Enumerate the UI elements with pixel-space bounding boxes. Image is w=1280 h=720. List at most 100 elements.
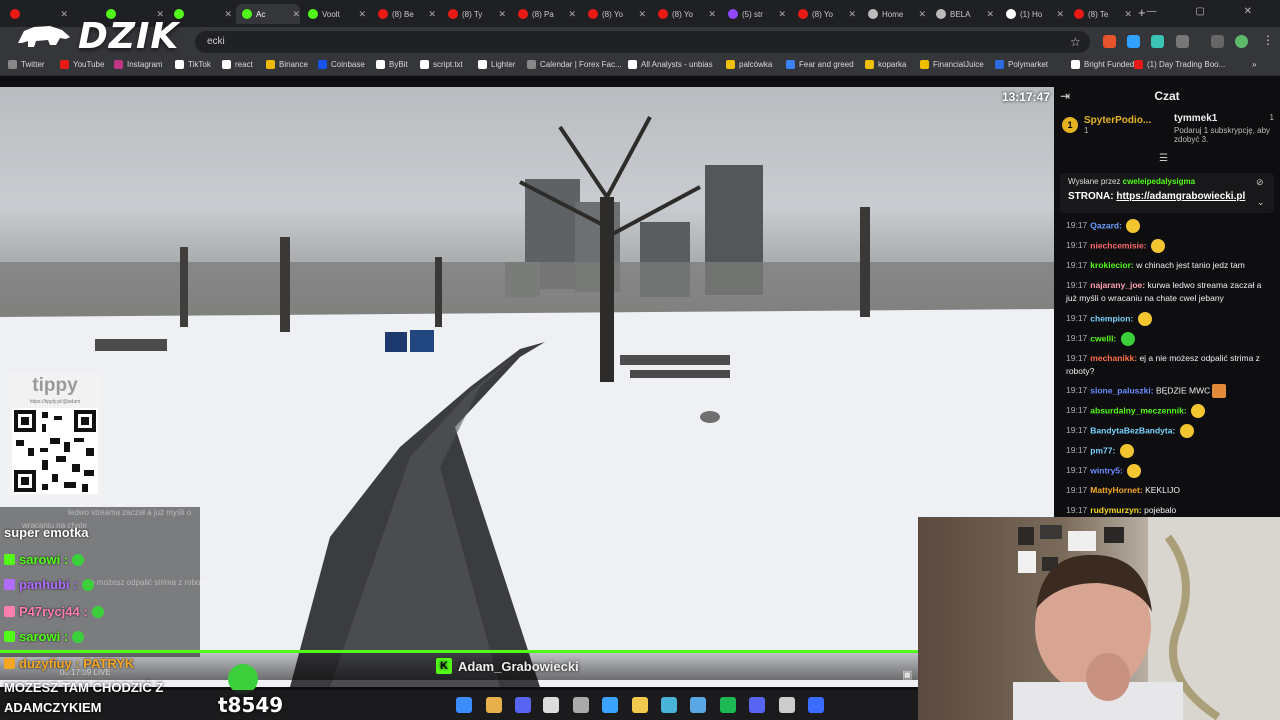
bookmarks-overflow-button[interactable]: » [1252,60,1256,69]
message-username[interactable]: cwelll: [1090,333,1116,343]
taskbar-app-icon[interactable] [749,697,765,713]
taskbar-app-icon[interactable] [779,697,795,713]
extension-icon[interactable] [1103,35,1116,48]
close-tab-icon[interactable]: ✕ [848,9,856,20]
message-username[interactable]: BandytaBezBandyta: [1090,425,1175,435]
menu-list-icon[interactable] [1211,35,1224,48]
taskbar-app-icon[interactable] [486,697,502,713]
close-tab-icon[interactable]: ✕ [986,9,994,20]
message-username[interactable]: rudymurzyn: [1090,505,1141,515]
message-username[interactable]: absurdalny_meczennik: [1090,405,1186,415]
chat-message[interactable]: 19:17 rudymurzyn: pojebalo [1066,504,1274,517]
taskbar-app-icon[interactable] [690,697,706,713]
chat-message[interactable]: 19:17 absurdalny_meczennik: [1066,404,1274,418]
bookmark-item[interactable]: TikTok [175,60,211,69]
chat-message[interactable]: 19:17 wintry5: [1066,464,1274,478]
leaderboard-entry[interactable]: tymmek1 1 Podaruj 1 subskrypcję, aby zdo… [1174,113,1274,144]
taskbar-app-icon[interactable] [543,697,559,713]
message-username[interactable]: chempion: [1090,313,1133,323]
chat-message[interactable]: 19:17 niechcemisie: [1066,239,1274,253]
close-tab-icon[interactable]: ✕ [292,9,300,20]
pinned-link[interactable]: https://adamgrabowiecki.pl [1116,191,1245,202]
bookmark-item[interactable]: FinancialJuice [920,60,984,69]
window-controls[interactable]: — ▢ ✕ [1147,6,1270,17]
chat-message[interactable]: 19:17 Qazard: [1066,219,1274,233]
chat-message[interactable]: 19:17 najarany_joe: kurwa ledwo streama z… [1066,279,1274,305]
close-tab-icon[interactable]: ✕ [708,9,716,20]
chat-message[interactable]: 19:17 krokiecior: w chinach jest tanio je… [1066,259,1274,272]
close-tab-icon[interactable]: ✕ [1056,9,1064,20]
chat-message[interactable]: 19:17 MattyHornet: KEKLIJO [1066,484,1274,497]
taskbar-app-icon[interactable] [661,697,677,713]
chat-message[interactable]: 19:17 chempion: [1066,312,1274,326]
close-tab-icon[interactable]: ✕ [1124,9,1132,20]
browser-tab[interactable]: (1) Ho ✕ [1000,4,1064,24]
browser-tab[interactable]: (5) str ✕ [722,4,786,24]
close-tab-icon[interactable]: ✕ [498,9,506,20]
browser-tab[interactable]: Ac ✕ [236,4,300,24]
bookmark-item[interactable]: Polymarket [995,60,1048,69]
close-tab-icon[interactable]: ✕ [224,9,232,20]
bookmark-item[interactable]: palcówka [726,60,772,69]
close-tab-icon[interactable]: ✕ [428,9,436,20]
taskbar-app-icon[interactable] [456,697,472,713]
chat-filter-icon[interactable]: ☰ [1159,153,1168,164]
message-username[interactable]: MattyHornet: [1090,485,1142,495]
bookmark-item[interactable]: Lighter [478,60,515,69]
taskbar-app-icon[interactable] [632,697,648,713]
chat-message[interactable]: 19:17 cwelll: [1066,332,1274,346]
browser-tab[interactable]: (8) Yo ✕ [792,4,856,24]
close-tab-icon[interactable]: ✕ [358,9,366,20]
bookmark-item[interactable]: Binance [266,60,308,69]
bookmark-item[interactable]: Twitter [8,60,45,69]
close-tab-icon[interactable]: ✕ [918,9,926,20]
taskbar-app-icon[interactable] [720,697,736,713]
pinned-message[interactable]: Wysłane przez cweleipedalysigma STRONA: … [1060,173,1274,213]
message-username[interactable]: slone_paluszki: [1090,385,1153,395]
close-tab-icon[interactable]: ✕ [568,9,576,20]
extension-icon[interactable] [1127,35,1140,48]
chat-message[interactable]: 19:17 slone_paluszki: BĘDZIE MWC [1066,384,1274,398]
bookmark-item[interactable]: (1) Day Trading Boo... [1134,60,1225,69]
browser-tab[interactable]: (8) Yo ✕ [652,4,716,24]
chevron-down-icon[interactable]: ⌄ [1257,197,1265,208]
new-tab-button[interactable]: + [1138,5,1146,20]
omnibox[interactable]: ecki [195,31,1090,53]
taskbar-app-icon[interactable] [515,697,531,713]
message-username[interactable]: najarany_joe: [1090,280,1145,290]
bookmark-item[interactable]: Calendar | Forex Fac... [527,60,622,69]
taskbar-app-icon[interactable] [573,697,589,713]
kebab-menu-icon[interactable]: ⋮ [1262,33,1274,47]
chat-message[interactable]: 19:17 pm77: [1066,444,1274,458]
browser-tab[interactable]: Voolt ✕ [302,4,366,24]
message-username[interactable]: Qazard: [1090,220,1122,230]
taskbar-app-icon[interactable] [808,697,824,713]
message-username[interactable]: pm77: [1090,445,1115,455]
omnibox-text[interactable]: ecki [207,36,225,47]
bookmark-star-icon[interactable]: ☆ [1070,35,1081,49]
message-username[interactable]: niechcemisie: [1090,240,1146,250]
bookmark-item[interactable]: YouTube [60,60,104,69]
close-tab-icon[interactable]: ✕ [778,9,786,20]
profile-avatar[interactable] [1235,35,1248,48]
browser-tab[interactable]: (8) Be ✕ [372,4,436,24]
browser-tab[interactable]: (8) Ty ✕ [442,4,506,24]
puzzle-icon[interactable] [1176,35,1189,48]
taskbar-app-icon[interactable] [602,697,618,713]
message-username[interactable]: mechanikk: [1090,353,1137,363]
fullscreen-icon[interactable]: ▣ [902,668,912,681]
browser-tab[interactable]: (8) Yo ✕ [582,4,646,24]
browser-tab[interactable]: (8) Pa ✕ [512,4,576,24]
leaderboard-entry[interactable]: 1 SpyterPodio... 1 [1062,115,1151,135]
browser-tab[interactable]: (8) Te ✕ [1068,4,1132,24]
bookmark-item[interactable]: ByBit [376,60,408,69]
bookmark-item[interactable]: Bright Funded [1071,60,1134,69]
message-username[interactable]: krokiecior: [1090,260,1133,270]
bookmark-item[interactable]: react [222,60,253,69]
bookmark-item[interactable]: Instagram [114,60,163,69]
bookmark-item[interactable]: koparka [865,60,906,69]
bookmark-item[interactable]: Fear and greed [786,60,854,69]
bookmark-item[interactable]: All Analysts - unbias [628,60,713,69]
close-tab-icon[interactable]: ✕ [638,9,646,20]
browser-tab[interactable]: BELA ✕ [930,4,994,24]
